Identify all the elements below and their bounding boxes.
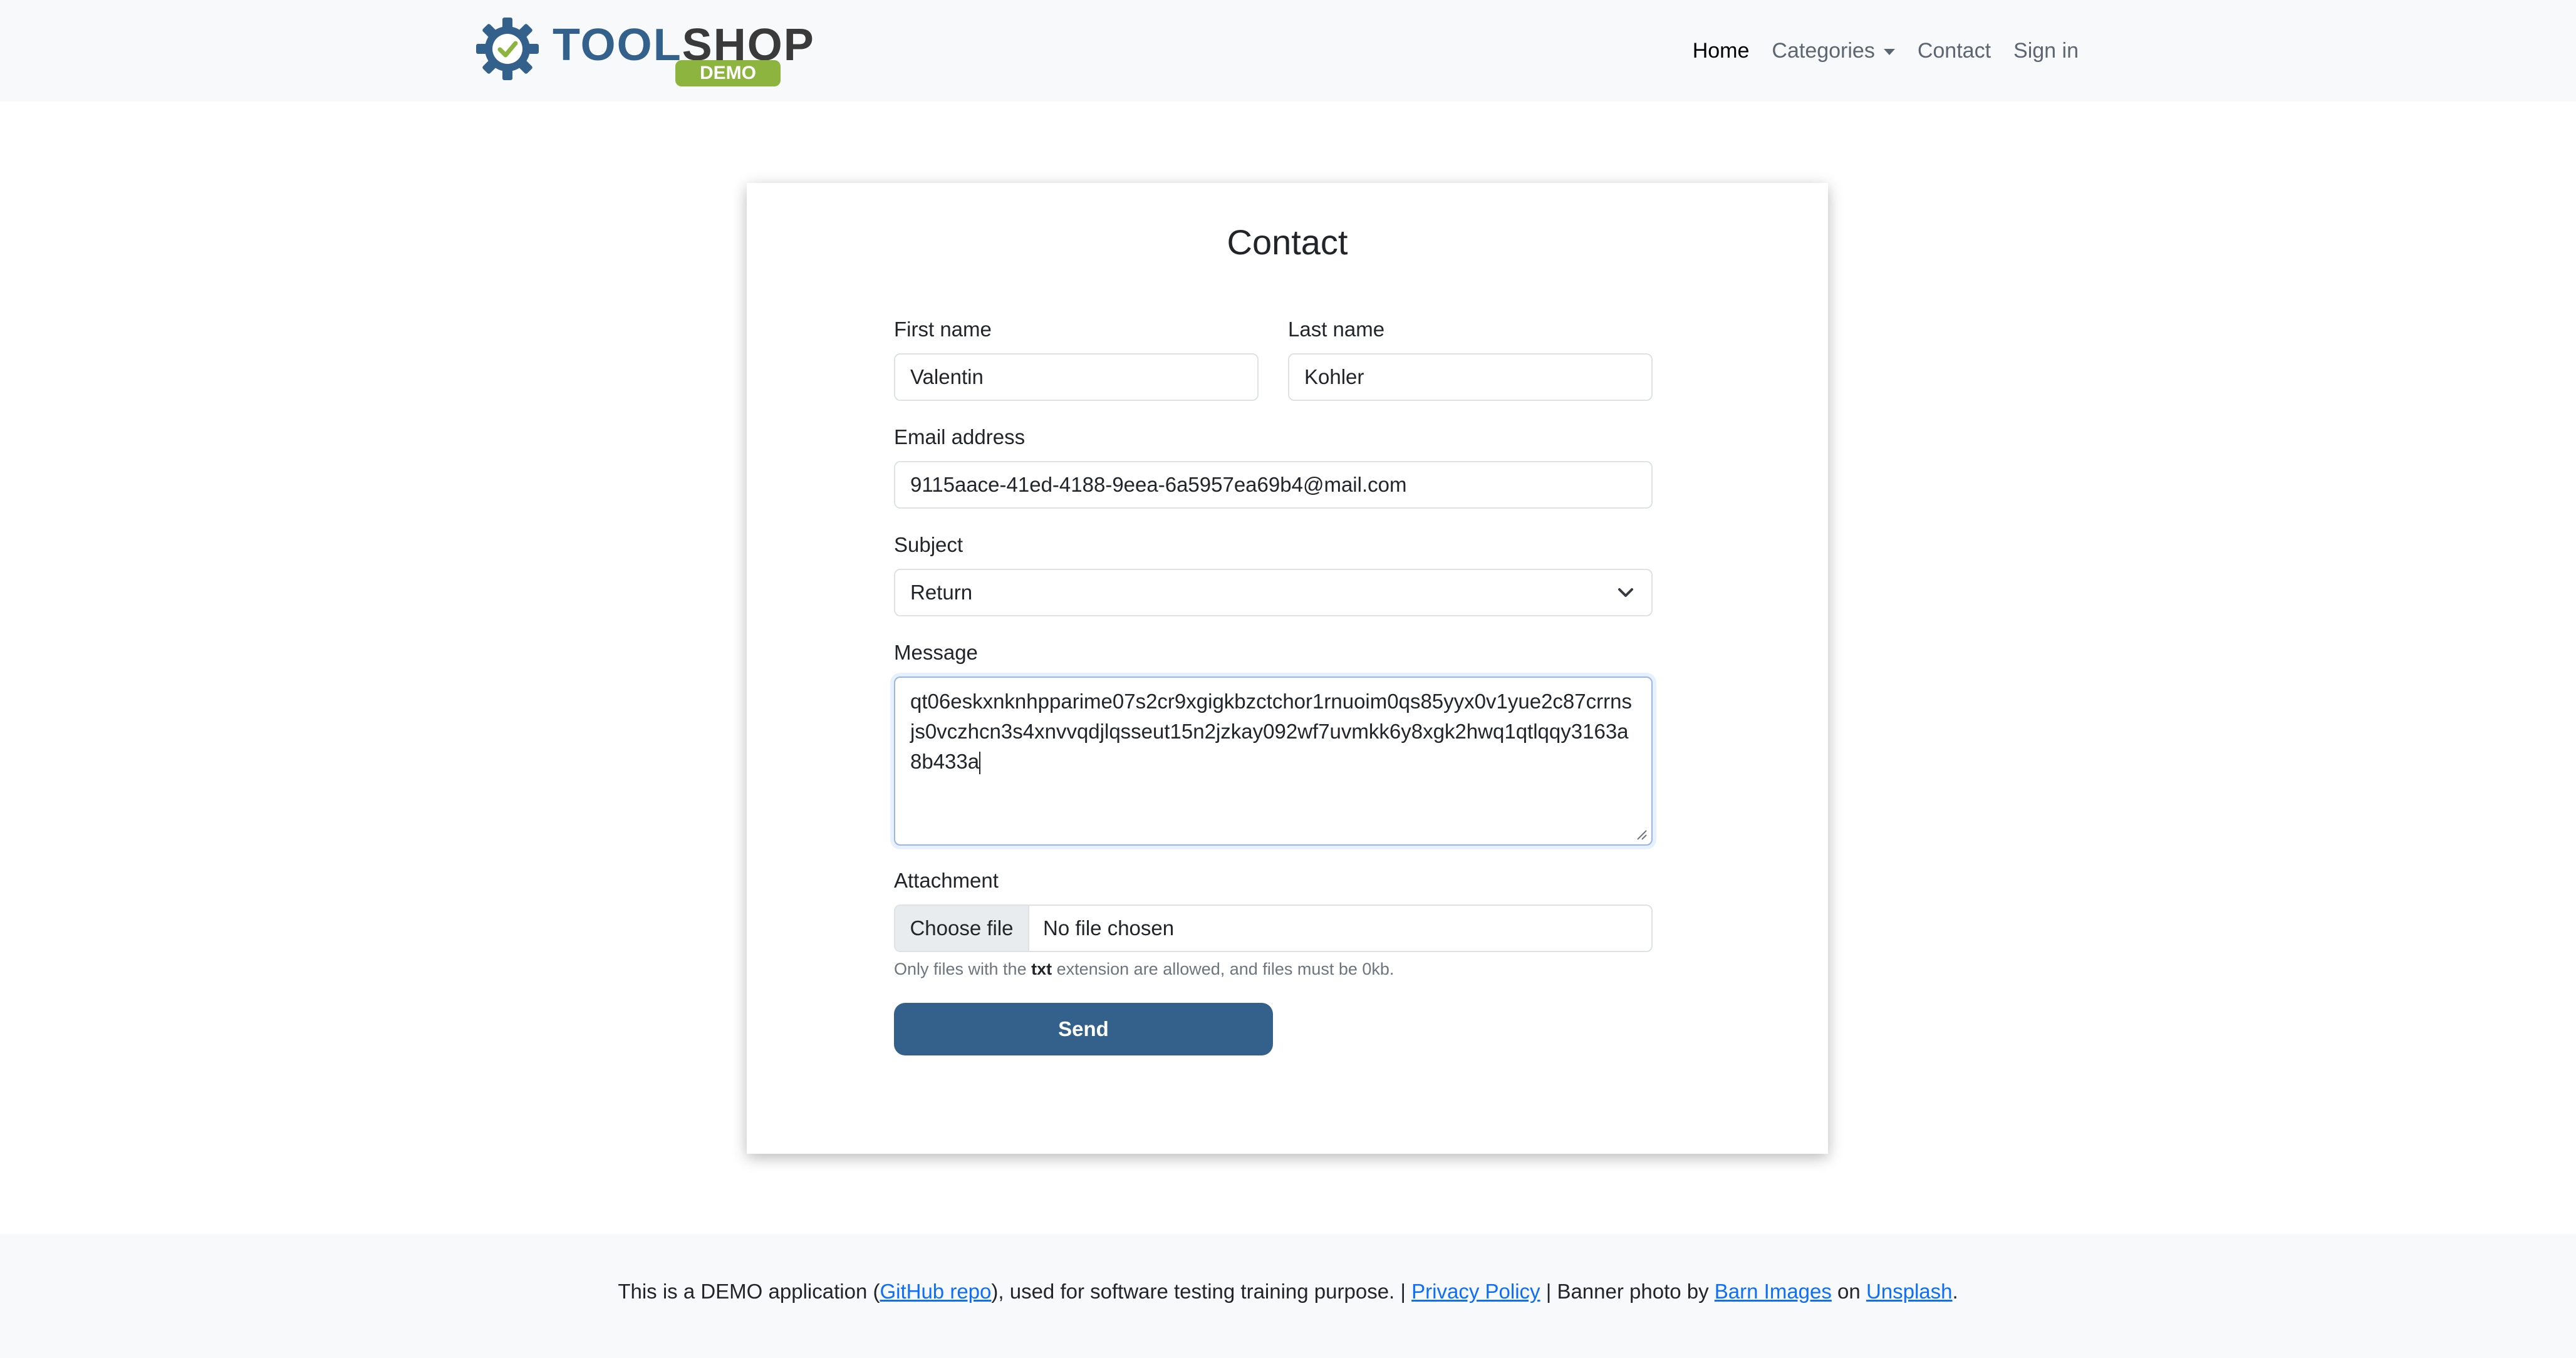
footer-text: This is a DEMO application (GitHub repo)… [618, 1280, 1958, 1303]
nav-categories[interactable]: Categories [1760, 35, 1906, 66]
first-name-label: First name [894, 318, 992, 341]
choose-file-button[interactable]: Choose file [895, 906, 1029, 951]
attachment-help-text: Only files with the txt extension are al… [894, 960, 1394, 978]
github-repo-link[interactable]: GitHub repo [880, 1280, 991, 1303]
nav-sign-in[interactable]: Sign in [2002, 35, 2090, 66]
attachment-input[interactable]: Choose file No file chosen [894, 904, 1653, 952]
chevron-down-icon [1618, 588, 1633, 597]
privacy-policy-link[interactable]: Privacy Policy [1411, 1280, 1540, 1303]
message-textarea[interactable]: qt06eskxnknhpparime07s2cr9xgigkbzctchor1… [894, 676, 1653, 846]
barn-images-link[interactable]: Barn Images [1715, 1280, 1832, 1303]
file-status: No file chosen [1043, 916, 1175, 940]
page-title: Contact [1227, 222, 1348, 262]
send-button[interactable]: Send [894, 1003, 1273, 1055]
nav-home[interactable]: Home [1681, 35, 1761, 66]
subject-selected-value: Return [910, 581, 973, 604]
email-label: Email address [894, 425, 1026, 448]
last-name-label: Last name [1288, 318, 1385, 341]
message-label: Message [894, 641, 978, 664]
first-name-input[interactable]: Valentin [894, 353, 1259, 401]
message-text: qt06eskxnknhpparime07s2cr9xgigkbzctchor1… [910, 690, 1632, 773]
resize-grip-icon[interactable] [1634, 827, 1648, 841]
footer: This is a DEMO application (GitHub repo)… [0, 1234, 2576, 1358]
navbar: TOOLSHOP DEMO Home Categories Contact Si… [0, 0, 2576, 101]
last-name-input[interactable]: Kohler [1288, 353, 1653, 401]
attachment-label: Attachment [894, 869, 999, 892]
logo-demo-badge: DEMO [675, 60, 781, 86]
nav-categories-label: Categories [1772, 39, 1875, 63]
subject-label: Subject [894, 533, 963, 556]
caret-down-icon [1883, 49, 1895, 56]
toolshop-logo[interactable]: TOOLSHOP DEMO [475, 14, 814, 88]
gear-check-icon [476, 18, 539, 80]
nav-contact[interactable]: Contact [1906, 35, 2002, 66]
nav-menu: Home Categories Contact Sign in [1681, 35, 2090, 66]
text-cursor [979, 752, 981, 775]
subject-select[interactable]: Return [894, 569, 1653, 616]
unsplash-link[interactable]: Unsplash [1866, 1280, 1953, 1303]
email-input[interactable]: 9115aace-41ed-4188-9eea-6a5957ea69b4@mai… [894, 461, 1653, 509]
